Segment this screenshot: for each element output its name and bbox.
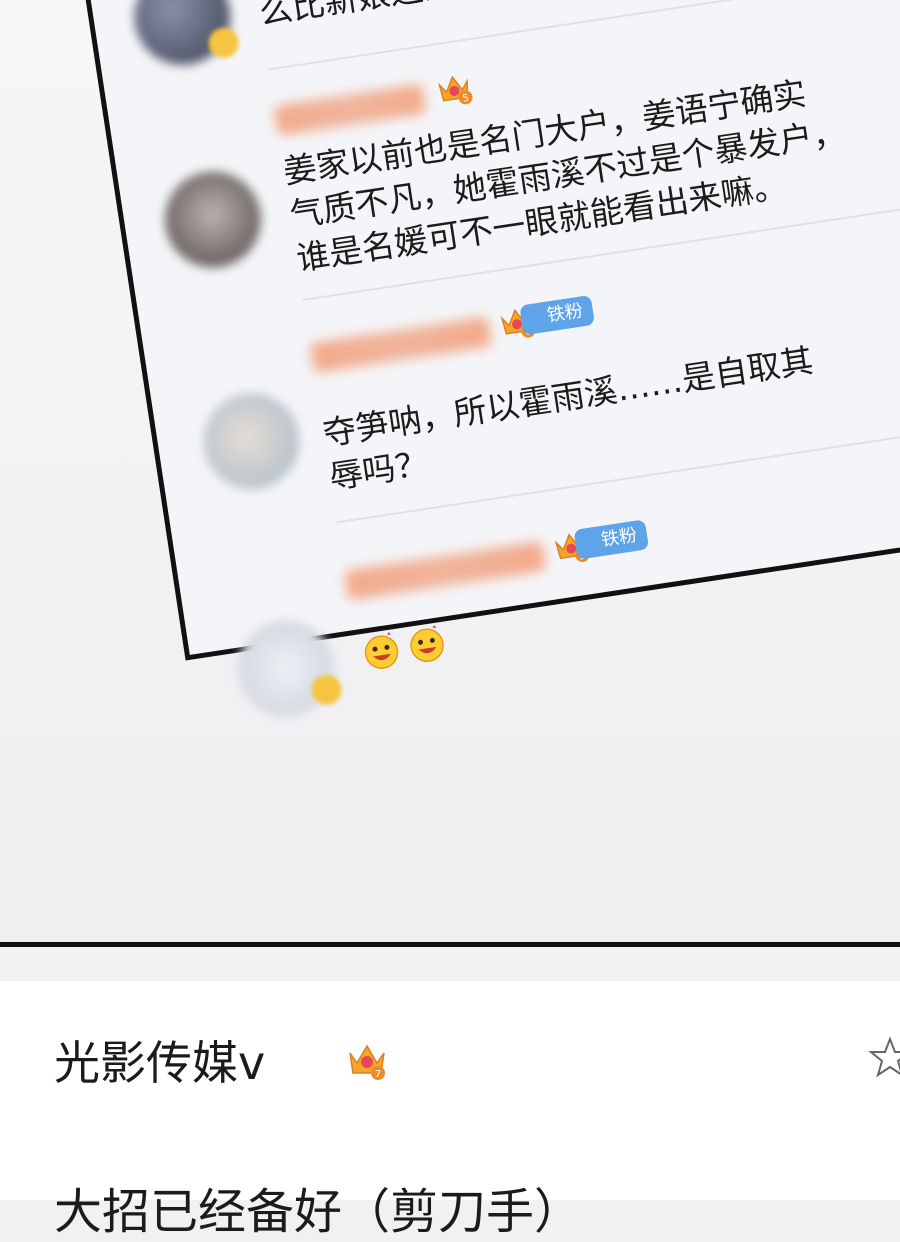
feed-strip: [0, 947, 900, 981]
crown-icon: 5: [437, 75, 473, 105]
svg-text:7: 7: [375, 1069, 381, 1080]
username: [273, 83, 427, 136]
grin-emoji-icon: [410, 624, 444, 663]
feed-post: 光影传媒v 7 大招已经备好（剪刀手）: [0, 947, 900, 1240]
avatar: [196, 386, 307, 496]
grin-emoji-icon: [364, 631, 399, 669]
crown-icon: 7: [349, 1044, 385, 1080]
avatar: [231, 614, 341, 724]
comment-screenshot-card: 妈呀， 么比新娘还漂亮？ 5 姜家以前也是名门大户，姜语宁确实 气质不凡，她霍雨…: [60, 0, 900, 724]
post-text: 大招已经备好（剪刀手）: [54, 1184, 583, 1240]
avatar: [158, 164, 268, 275]
username: [343, 540, 547, 601]
comment-text: 妈呀， 么比新娘还漂亮？: [250, 0, 524, 35]
comment-text: 夺笋呐，所以霍雨溪……是自取其 辱吗？: [320, 340, 816, 497]
post-author[interactable]: 光影传媒v: [54, 1027, 265, 1093]
username: [309, 316, 493, 374]
star-icon[interactable]: [868, 1035, 900, 1079]
comic-panel: 妈呀， 么比新娘还漂亮？ 5 姜家以前也是名门大户，姜语宁确实 气质不凡，她霍雨…: [0, 0, 900, 942]
